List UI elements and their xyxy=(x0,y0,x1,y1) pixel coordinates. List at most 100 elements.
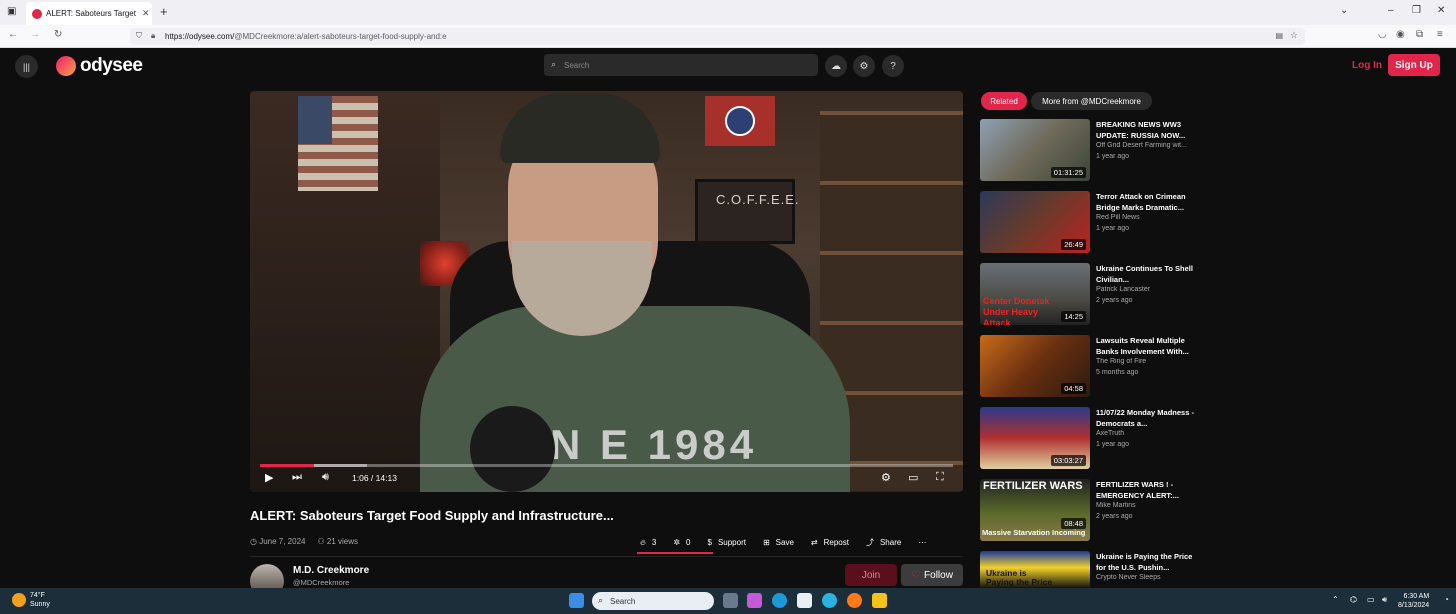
related-thumbnail: 04:58 xyxy=(980,335,1090,397)
slime-button[interactable]: ✲ 0 xyxy=(673,538,690,547)
logo-text: odysee xyxy=(80,55,143,76)
related-title: Ukraine is Paying the Price for the U.S.… xyxy=(1096,552,1193,572)
related-thumbnail: FERTILIZER WARS Massive Starvation Incom… xyxy=(980,479,1090,541)
repost-button[interactable]: ⇄ Repost xyxy=(811,538,849,547)
support-icon: $ xyxy=(707,538,712,547)
slime-icon: ✲ xyxy=(673,538,681,547)
related-item[interactable]: 26:49 Terror Attack on Crimean Bridge Ma… xyxy=(980,191,1200,255)
video-microphone xyxy=(470,406,555,492)
follow-button[interactable]: ♡ Follow xyxy=(901,564,963,586)
related-thumbnail: 01:31:25 xyxy=(980,119,1090,181)
task-view-icon[interactable] xyxy=(723,593,738,608)
clock-date: 8/13/2024 xyxy=(1398,602,1430,609)
fullscreen-icon[interactable]: ⛶ xyxy=(936,471,944,484)
upload-button[interactable]: ☁ xyxy=(825,55,847,77)
volume-icon[interactable]: 🔊︎ xyxy=(322,471,329,484)
sun-icon xyxy=(12,593,26,607)
tab-list-icon[interactable]: ▣ xyxy=(7,6,16,17)
copilot-icon[interactable] xyxy=(747,593,762,608)
tab-overflow-icon[interactable]: ⌄ xyxy=(1340,5,1348,16)
related-item[interactable]: FERTILIZER WARS Massive Starvation Incom… xyxy=(980,479,1200,543)
system-clock[interactable]: 6:30 AM 8/13/2024 xyxy=(1398,592,1429,610)
channel-name[interactable]: M.D. Creekmore xyxy=(293,565,369,576)
related-age: 1 year ago xyxy=(1096,441,1130,448)
reader-view-icon[interactable]: ▤ xyxy=(1275,31,1283,40)
restore-icon[interactable]: ❐ xyxy=(1412,5,1421,16)
gear-icon: ⚙ xyxy=(859,60,869,72)
video-title: ALERT: Saboteurs Target Food Supply and … xyxy=(250,508,614,523)
signup-button[interactable]: Sign Up xyxy=(1388,54,1440,76)
view-count: 21 views xyxy=(326,537,358,546)
account-icon[interactable]: ◉ xyxy=(1396,29,1405,40)
firefox-icon[interactable] xyxy=(847,593,862,608)
file-explorer-icon[interactable] xyxy=(872,593,887,608)
app-icon[interactable] xyxy=(822,593,837,608)
address-bar[interactable]: ⛉ 🔒︎ https://odysee.com/@MDCreekmore:a/a… xyxy=(130,28,1305,45)
reload-icon[interactable]: ↻ xyxy=(54,29,62,40)
related-item[interactable]: 01:31:25 BREAKING NEWS WW3 UPDATE: RUSSI… xyxy=(980,119,1200,183)
close-tab-icon[interactable]: ✕ xyxy=(142,8,150,19)
minimize-icon[interactable]: – xyxy=(1388,5,1394,16)
back-icon[interactable]: ← xyxy=(8,29,18,40)
join-button[interactable]: Join xyxy=(845,564,897,586)
related-item[interactable]: Ukraine is Paying the Price for the Ukra… xyxy=(980,551,1200,588)
gear-icon[interactable]: ⚙ xyxy=(881,471,891,484)
notification-icon[interactable]: ◔ xyxy=(1444,595,1449,604)
duration-badge: 14:25 xyxy=(1061,311,1086,322)
save-button[interactable]: ⊞ Save xyxy=(763,538,794,547)
channel-handle[interactable]: @MDCreekmore xyxy=(293,578,349,587)
temperature: 74°F xyxy=(30,592,45,599)
pocket-icon[interactable]: ◡ xyxy=(1378,29,1387,40)
video-tn-flag xyxy=(705,96,775,146)
close-window-icon[interactable]: ✕ xyxy=(1437,5,1445,16)
video-progress-bar[interactable] xyxy=(260,464,953,467)
url-host: https://odysee.com/ xyxy=(165,32,235,41)
search-icon: ⌕ xyxy=(551,59,557,69)
hamburger-menu-button[interactable]: ||| xyxy=(15,55,38,78)
network-icon[interactable]: ⌬ xyxy=(1350,595,1357,604)
duration-badge: 03:03:27 xyxy=(1050,455,1086,466)
help-button[interactable]: ? xyxy=(882,55,904,77)
related-item[interactable]: Center Donetsk Under Heavy Attack 14:25 … xyxy=(980,263,1200,327)
follow-label: Follow xyxy=(924,569,953,581)
speaker-icon[interactable]: 🔊︎ xyxy=(1382,595,1387,605)
weather-widget[interactable]: 74°F Sunny xyxy=(12,591,50,609)
store-icon[interactable] xyxy=(797,593,812,608)
support-button[interactable]: $ Support xyxy=(707,538,745,547)
related-channel: Patrick Lancaster xyxy=(1096,286,1151,293)
tracking-shield-icon[interactable]: ⛉ xyxy=(136,31,142,41)
fire-button[interactable]: 🔥︎ 3 xyxy=(640,538,656,548)
tab-related[interactable]: Related xyxy=(981,92,1027,110)
share-button[interactable]: ⤴ Share xyxy=(866,537,901,548)
edge-icon[interactable] xyxy=(772,593,787,608)
display-icon[interactable]: ▭ xyxy=(1367,595,1375,604)
tab-more-from-channel[interactable]: More from @MDCreekmore xyxy=(1031,92,1152,110)
bookmark-star-icon[interactable]: ☆ xyxy=(1290,30,1298,41)
start-icon[interactable] xyxy=(569,593,584,608)
taskbar-search[interactable]: ⌕ Search xyxy=(592,592,714,610)
search-input[interactable]: ⌕ Search xyxy=(544,54,818,76)
next-icon[interactable]: ⏭ xyxy=(292,471,302,484)
new-tab-icon[interactable]: + xyxy=(160,4,168,19)
video-person-cap xyxy=(500,93,660,163)
search-icon: ⌕ xyxy=(598,595,604,605)
lock-icon[interactable]: 🔒︎ xyxy=(151,31,155,41)
thumbnail-text: Ukraine is Paying the Price for the xyxy=(986,568,1053,589)
date-row: ◷ June 7, 2024 xyxy=(250,537,305,546)
more-options-icon[interactable]: ⋯ xyxy=(918,538,926,547)
extensions-icon[interactable]: ⧉ xyxy=(1416,29,1423,40)
theater-mode-icon[interactable]: ▭ xyxy=(908,471,918,484)
browser-tab[interactable]: ALERT: Saboteurs Target Food S ✕ xyxy=(26,2,152,25)
login-link[interactable]: Log In xyxy=(1352,60,1382,71)
forward-icon[interactable]: → xyxy=(30,29,40,40)
app-menu-icon[interactable]: ≡ xyxy=(1437,29,1443,40)
settings-button[interactable]: ⚙ xyxy=(853,55,875,77)
odysee-logo[interactable]: odysee xyxy=(56,55,143,77)
thumbnail-text: Center Donetsk Under Heavy Attack xyxy=(983,296,1050,325)
video-player[interactable]: C.O.F.F.E.E. N E 1984 ▶ ⏭ 🔊︎ 1:06 / 14:1… xyxy=(250,91,963,492)
tray-chevron-icon[interactable]: ⌃ xyxy=(1332,595,1339,604)
share-icon: ⤴ xyxy=(865,538,874,547)
related-item[interactable]: 03:03:27 11/07/22 Monday Madness - Democ… xyxy=(980,407,1200,471)
related-item[interactable]: 04:58 Lawsuits Reveal Multiple Banks Inv… xyxy=(980,335,1200,399)
play-icon[interactable]: ▶ xyxy=(265,471,273,484)
